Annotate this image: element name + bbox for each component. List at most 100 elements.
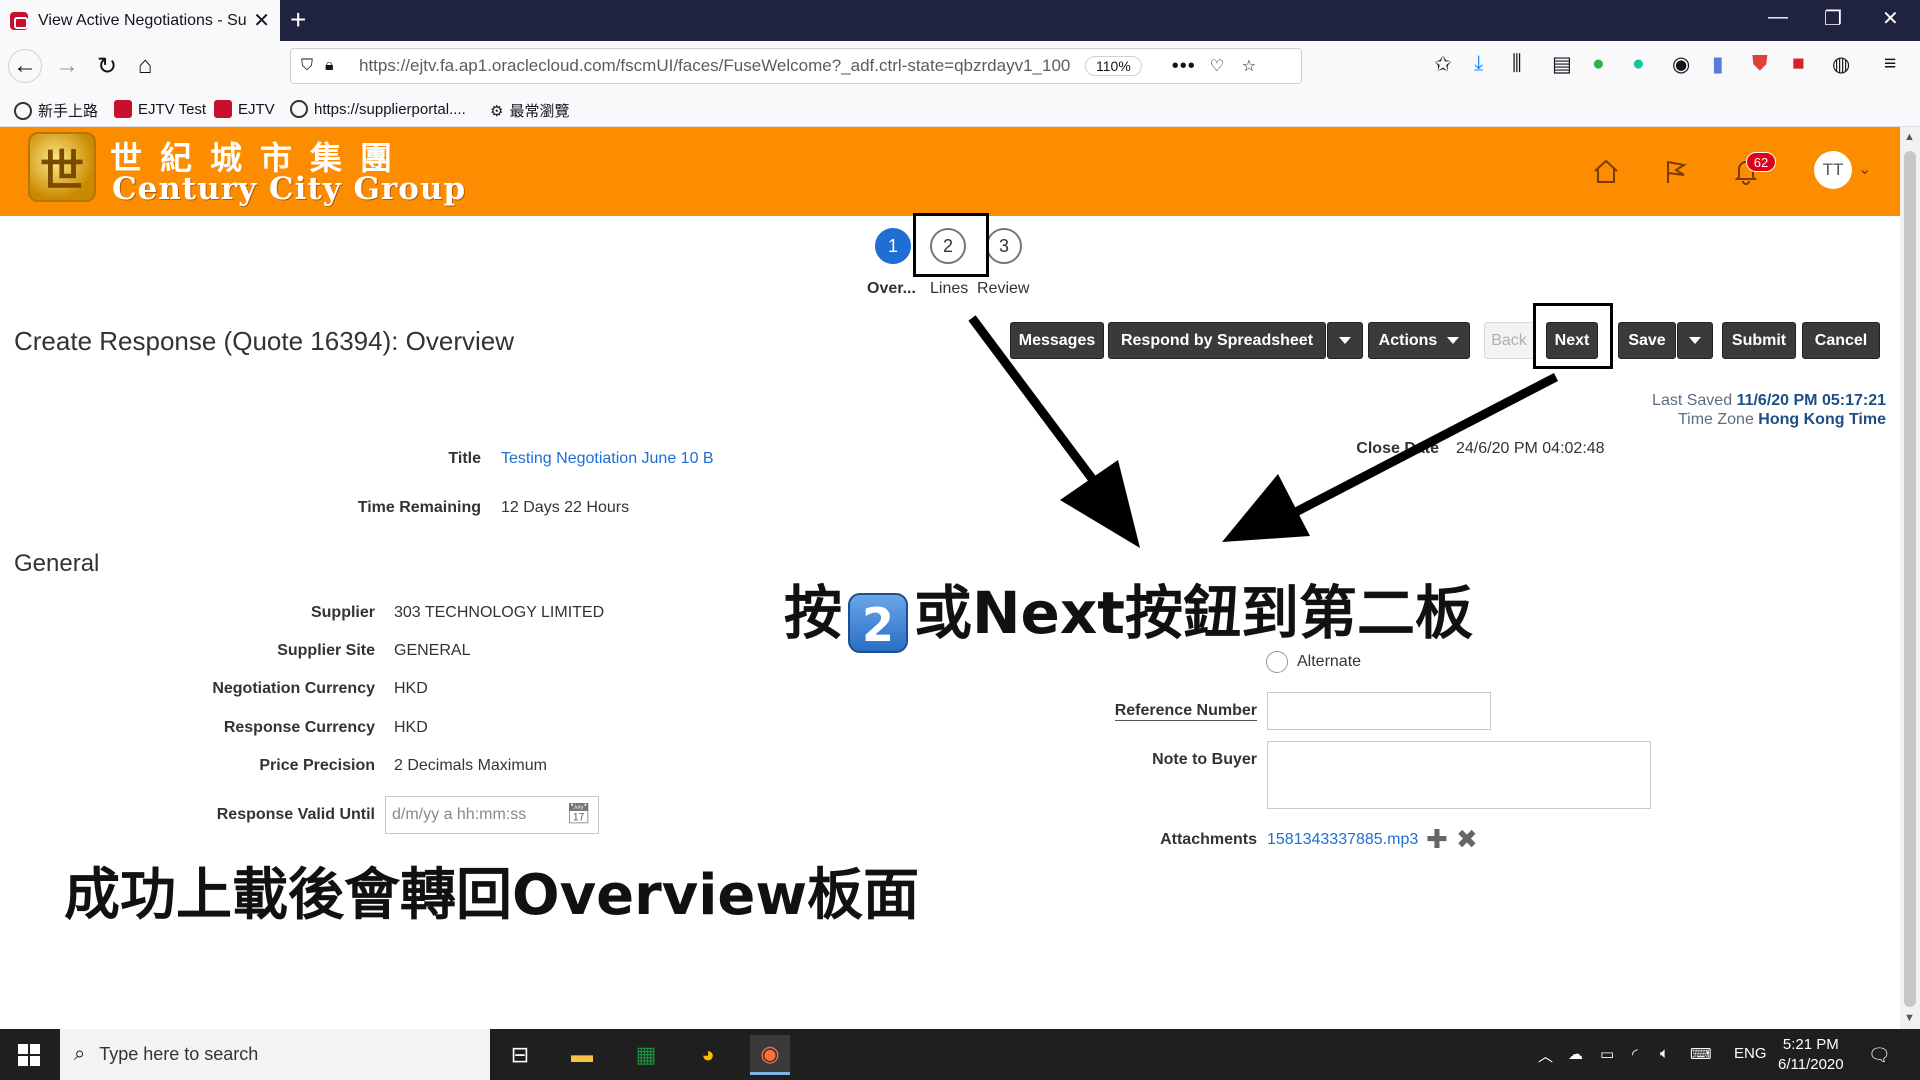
submit-button[interactable]: Submit [1722,322,1796,359]
page-scrollbar[interactable]: ▲ ▼ [1900,127,1920,1029]
menu-icon[interactable]: ≡ [1884,52,1896,76]
bookmark-ext-icon[interactable]: ▮ [1712,52,1724,77]
account-icon[interactable]: ◉ [1672,52,1690,77]
file-explorer-icon[interactable]: ▬ [562,1035,602,1075]
firefox-icon[interactable]: ◉ [750,1035,790,1075]
keyboard-icon[interactable]: ⌨ [1690,1045,1712,1063]
title-value-link[interactable]: Testing Negotiation June 10 B [501,450,714,468]
restore-icon[interactable]: ❐ [1824,6,1842,31]
chevron-down-icon[interactable]: ⌄ [1858,159,1871,179]
save-button[interactable]: Save [1618,322,1676,359]
note-to-buyer-label: Note to Buyer [1152,751,1257,768]
back-arrow-icon[interactable]: ← [8,49,42,83]
new-tab-icon[interactable]: + [290,4,306,36]
shield-icon[interactable]: ⛉ [301,57,325,75]
next-highlight-box [1533,303,1613,369]
key-2-badge: 2 [848,593,909,653]
train-step-3[interactable]: 3 [986,228,1022,264]
notifications-center-icon[interactable]: 🗨︎ [1868,1045,1891,1066]
reference-number-input[interactable] [1267,692,1491,730]
wifi-icon[interactable]: ◜ [1632,1045,1638,1063]
globe-icon [290,100,308,118]
library-icon[interactable]: ⫼ [1512,52,1522,76]
bookmark-item[interactable]: https://supplierportal.... [290,100,466,118]
excel-icon[interactable]: ▦ [626,1035,666,1075]
respond-spreadsheet-dropdown[interactable] [1327,322,1363,359]
alternate-label: Alternate [1297,653,1362,670]
bookmark-item[interactable]: EJTV Test [114,100,206,118]
extension-icon[interactable]: ◍ [1832,52,1850,77]
reload-icon[interactable]: ↻ [90,49,124,83]
minimize-icon[interactable]: — [1768,6,1788,29]
tray-expand-icon[interactable]: ︿ [1538,1045,1553,1066]
back-button[interactable]: Back [1484,322,1534,359]
download-icon[interactable]: ⤓ [1474,52,1483,76]
alternate-radio[interactable] [1266,651,1288,673]
caption-bottom: 成功上載後會轉回Overview板面 [64,863,920,928]
supplier-value: 303 TECHNOLOGY LIMITED [394,604,605,621]
volume-icon[interactable]: 🔈︎ [1660,1045,1669,1062]
zoom-level[interactable]: 110% [1085,56,1142,76]
browser-nav-bar: ← → ↻ ⌂ ⛉ 🔒︎ https://ejtv.fa.ap1.oraclec… [0,41,1920,91]
task-view-icon[interactable]: ⊟ [500,1035,540,1075]
windows-taskbar: ⌕ Type here to search ⊟ ▬ ▦ ◕ ◉ ︿ ☁ ▭ ◜ … [0,1029,1920,1080]
train-step-3-label[interactable]: Review [977,280,1029,298]
url-text[interactable]: https://ejtv.fa.ap1.oraclecloud.com/fscm… [359,56,1079,76]
delete-attachment-icon[interactable]: ✖ [1456,824,1478,855]
bookmark-item[interactable]: ⚙ 最常瀏覽 [490,100,569,121]
home-icon[interactable]: ⌂ [128,49,162,83]
url-bar[interactable]: ⛉ 🔒︎ https://ejtv.fa.ap1.oraclecloud.com… [290,48,1302,84]
logo-english-name: Century City Group [112,171,467,207]
pocket-icon[interactable]: ♡ [1210,56,1234,76]
forward-arrow-icon[interactable]: → [50,49,84,83]
attachments-label: Attachments [1160,831,1257,848]
close-window-icon[interactable]: ✕ [1882,6,1899,31]
notification-count-badge: 62 [1746,152,1776,172]
grammarly-icon[interactable]: ● [1632,52,1645,76]
home-icon[interactable] [1586,151,1626,191]
respond-by-spreadsheet-button[interactable]: Respond by Spreadsheet [1108,322,1326,359]
messages-button[interactable]: Messages [1010,322,1104,359]
bookmark-star-icon[interactable]: ☆ [1242,56,1266,76]
caret-down-icon [1339,337,1351,344]
actions-button[interactable]: Actions [1368,322,1470,359]
pdf-ext-icon[interactable]: ■ [1792,52,1805,76]
system-clock[interactable]: 5:21 PM 6/11/2020 [1778,1035,1844,1075]
sidebar-icon[interactable]: ▤ [1552,52,1572,77]
shield-ext-icon[interactable]: ⛊ [1752,52,1768,76]
arrow-to-next-button [1222,373,1559,542]
taskbar-search[interactable]: ⌕ Type here to search [60,1029,490,1080]
flag-icon[interactable] [1656,151,1696,191]
scroll-up-icon[interactable]: ▲ [1904,131,1915,143]
attachment-file-link[interactable]: 1581343337885.mp3 [1267,831,1418,849]
scroll-down-icon[interactable]: ▼ [1904,1012,1915,1024]
response-valid-until-label: Response Valid Until [216,806,375,823]
language-indicator[interactable]: ENG [1734,1045,1767,1062]
train-step-1[interactable]: 1 [875,228,911,264]
close-tab-icon[interactable]: ✕ [253,8,270,33]
supplier-site-label: Supplier Site [277,642,375,659]
step-2-highlight-box [913,213,989,277]
train-step-2-label[interactable]: Lines [930,280,968,298]
add-attachment-icon[interactable]: ✚ [1426,824,1448,855]
browser-tab[interactable]: View Active Negotiations - Sup ✕ [0,0,280,41]
browser-tab-bar: View Active Negotiations - Sup ✕ + — ❐ ✕ [0,0,1920,41]
chrome-icon[interactable]: ◕ [688,1035,728,1075]
scrollbar-thumb[interactable] [1904,151,1916,1007]
battery-icon[interactable]: ▭ [1600,1045,1614,1063]
page-actions-icon[interactable]: ••• [1172,55,1196,78]
save-dropdown[interactable] [1677,322,1713,359]
note-to-buyer-textarea[interactable] [1267,741,1651,809]
extension-check-icon[interactable]: ● [1592,52,1605,76]
onedrive-icon[interactable]: ☁ [1568,1045,1583,1063]
train-step-1-label[interactable]: Over... [867,280,916,298]
reading-list-icon[interactable]: ✩ [1434,52,1452,77]
windows-start-icon[interactable] [18,1044,40,1066]
lock-icon[interactable]: 🔒︎ [325,57,349,75]
cancel-button[interactable]: Cancel [1802,322,1880,359]
reference-number-label: Reference Number [1114,702,1257,721]
calendar-icon[interactable]: 📅︎ [566,801,591,826]
bookmark-item[interactable]: EJTV [214,100,275,118]
bookmark-item[interactable]: 新手上路 [14,100,98,121]
user-avatar[interactable]: TT [1814,151,1852,189]
